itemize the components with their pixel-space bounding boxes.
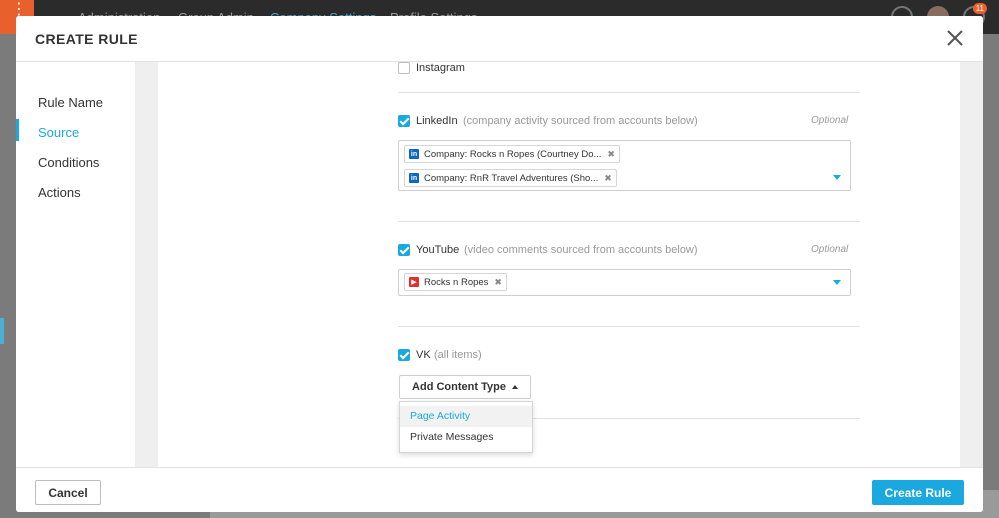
add-content-type-button[interactable]: Add Content Type xyxy=(399,375,531,399)
caret-up-icon xyxy=(511,385,518,389)
tag-label: Rocks n Ropes xyxy=(424,276,489,288)
youtube-icon: ▶ xyxy=(409,277,419,287)
create-rule-modal: CREATE RULE Rule Name Source Conditions … xyxy=(16,16,983,512)
linkedin-tag: in Company: RnR Travel Adventures (Sho..… xyxy=(404,169,617,187)
youtube-description: (video comments sourced from accounts be… xyxy=(464,244,698,256)
close-button[interactable] xyxy=(943,26,967,50)
linkedin-description: (company activity sourced from accounts … xyxy=(463,115,698,127)
linkedin-tag: in Company: Rocks n Ropes (Courtney Do..… xyxy=(404,145,620,163)
close-icon xyxy=(947,30,963,46)
tag-label: Company: RnR Travel Adventures (Sho... xyxy=(424,172,599,184)
modal-title: CREATE RULE xyxy=(35,31,138,47)
vk-label: VK xyxy=(416,349,431,361)
chevron-down-icon[interactable] xyxy=(833,175,841,180)
dropdown-item-private-messages[interactable]: Private Messages xyxy=(400,427,532,448)
vk-checkbox[interactable] xyxy=(398,349,410,361)
rule-sidebar: Rule Name Source Conditions Actions xyxy=(16,62,135,467)
modal-header: CREATE RULE xyxy=(16,16,983,62)
modal-footer: Cancel Create Rule xyxy=(16,467,983,512)
linkedin-accounts-select[interactable]: in Company: Rocks n Ropes (Courtney Do..… xyxy=(398,140,851,191)
youtube-accounts-select[interactable]: ▶ Rocks n Ropes ✖ xyxy=(398,269,851,296)
instagram-checkbox[interactable] xyxy=(398,62,410,74)
remove-tag-icon[interactable]: ✖ xyxy=(494,277,502,288)
youtube-label: YouTube xyxy=(416,244,460,256)
sidebar-item-conditions[interactable]: Conditions xyxy=(38,155,99,170)
linkedin-icon: in xyxy=(409,149,419,159)
menu-dots-icon: ⋮ xyxy=(11,1,27,18)
dropdown-item-page-activity[interactable]: Page Activity xyxy=(400,406,532,427)
divider xyxy=(398,221,860,222)
instagram-label: Instagram xyxy=(416,62,465,74)
app-left-indicator xyxy=(0,318,4,344)
youtube-tag: ▶ Rocks n Ropes ✖ xyxy=(404,273,507,291)
remove-tag-icon[interactable]: ✖ xyxy=(607,149,615,160)
content-type-dropdown: Page Activity Private Messages xyxy=(399,401,533,453)
chevron-down-icon[interactable] xyxy=(833,280,841,285)
divider xyxy=(398,326,860,327)
create-rule-button[interactable]: Create Rule xyxy=(872,480,964,505)
sidebar-item-rule-name[interactable]: Rule Name xyxy=(38,95,103,110)
youtube-optional: Optional xyxy=(811,244,849,255)
add-content-type-label: Add Content Type xyxy=(412,381,506,393)
sidebar-active-indicator xyxy=(16,119,19,141)
linkedin-checkbox[interactable] xyxy=(398,115,410,127)
tag-label: Company: Rocks n Ropes (Courtney Do... xyxy=(424,148,602,160)
linkedin-optional: Optional xyxy=(811,115,849,126)
divider xyxy=(398,92,860,93)
remove-tag-icon[interactable]: ✖ xyxy=(604,173,612,184)
vk-description: (all items) xyxy=(434,349,482,361)
linkedin-icon: in xyxy=(409,173,419,183)
cancel-button[interactable]: Cancel xyxy=(35,480,101,505)
source-panel[interactable]: Instagram LinkedIn (company activity sou… xyxy=(158,62,960,467)
sidebar-item-actions[interactable]: Actions xyxy=(38,185,81,200)
notification-badge: 11 xyxy=(972,3,987,14)
linkedin-label: LinkedIn xyxy=(416,115,458,127)
sidebar-item-source[interactable]: Source xyxy=(38,125,79,140)
youtube-checkbox[interactable] xyxy=(398,244,410,256)
